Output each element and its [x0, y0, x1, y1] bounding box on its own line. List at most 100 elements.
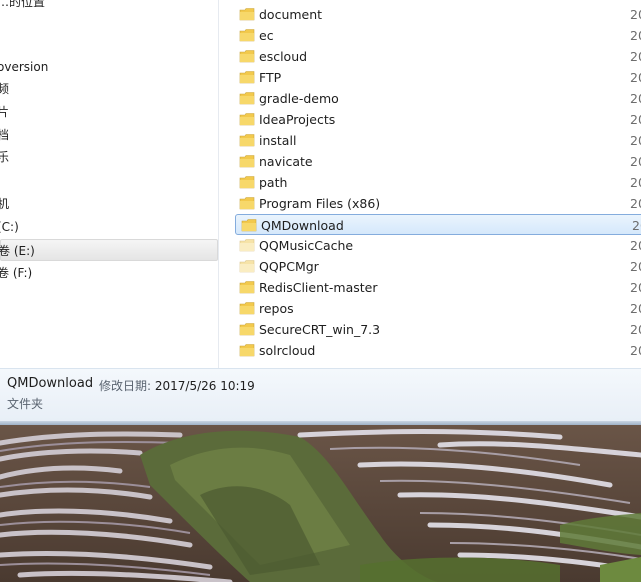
folder-icon: [239, 281, 255, 294]
file-date: 20: [630, 91, 641, 106]
file-name: QQPCMgr: [259, 259, 319, 274]
file-row[interactable]: Program Files (x86) 20: [234, 193, 641, 214]
explorer-window: …的位置 oversion 频 片 档 乐 机 (C:) 卷 (E:) 卷 (F…: [0, 0, 641, 425]
file-row[interactable]: ec 20: [234, 25, 641, 46]
terrace-landscape-image: [0, 425, 641, 582]
file-name: QQMusicCache: [259, 238, 354, 253]
file-row[interactable]: path 20: [234, 172, 641, 193]
nav-item-computer[interactable]: 机: [0, 193, 218, 215]
folder-icon: [239, 197, 255, 210]
file-date: 20: [630, 49, 641, 64]
desktop-wallpaper: [0, 425, 641, 582]
folder-icon: [239, 71, 255, 84]
nav-item-label: 卷 (E:): [0, 244, 35, 258]
file-name: gradle-demo: [259, 91, 339, 106]
file-date: 20: [630, 196, 641, 211]
nav-item-label: …的位置: [0, 0, 46, 9]
file-row-selected[interactable]: QMDownload 20: [235, 214, 641, 235]
file-date: 20: [630, 133, 641, 148]
file-name: Program Files (x86): [259, 196, 381, 211]
details-modified: 修改日期: 2017/5/26 10:19: [99, 377, 255, 394]
nav-item-label: 乐: [0, 146, 9, 168]
file-name: IdeaProjects: [259, 112, 336, 127]
folder-icon: [241, 219, 257, 232]
file-date: 20: [630, 238, 641, 253]
folder-icon: [239, 323, 255, 336]
file-date: 20: [630, 7, 641, 22]
nav-item-label: 频: [0, 78, 9, 100]
nav-item-label: 机: [0, 193, 9, 215]
nav-item-drive-e[interactable]: 卷 (E:): [0, 239, 218, 261]
file-name: QMDownload: [261, 218, 344, 233]
file-date: 20: [630, 70, 641, 85]
nav-item-label: 卷 (F:): [0, 266, 33, 280]
nav-item-label: 片: [0, 101, 9, 123]
nav-item-documents[interactable]: 档: [0, 124, 218, 146]
folder-icon: [239, 8, 255, 21]
file-row[interactable]: gradle-demo 20: [234, 88, 641, 109]
file-row[interactable]: repos 20: [234, 298, 641, 319]
file-date: 20: [632, 218, 641, 233]
nav-item-drive-c[interactable]: (C:): [0, 216, 218, 238]
folder-icon: [239, 239, 255, 252]
details-modified-label: 修改日期:: [99, 379, 152, 393]
folder-icon: [239, 29, 255, 42]
file-date: 20: [630, 322, 641, 337]
folder-icon: [239, 260, 255, 273]
file-date: 20: [630, 112, 641, 127]
nav-item-subversion[interactable]: oversion: [0, 56, 218, 78]
nav-item-label: oversion: [0, 60, 49, 74]
folder-icon: [239, 134, 255, 147]
file-row[interactable]: escloud 20: [234, 46, 641, 67]
file-name: solrcloud: [259, 343, 316, 358]
file-row[interactable]: document 20: [234, 4, 641, 25]
file-list[interactable]: document 20 ec 20 escloud 20 FTP 20 grad…: [220, 0, 641, 368]
file-row[interactable]: install 20: [234, 130, 641, 151]
folder-icon: [239, 155, 255, 168]
file-date: 20: [630, 154, 641, 169]
folder-icon: [239, 113, 255, 126]
details-item-name: QMDownload: [7, 376, 94, 391]
file-date: 20: [630, 28, 641, 43]
details-pane: QMDownload 修改日期: 2017/5/26 10:19 文件夹: [0, 368, 641, 421]
nav-item-label: (C:): [0, 220, 19, 234]
nav-item-label: 档: [0, 124, 9, 146]
nav-item-videos[interactable]: 频: [0, 78, 218, 100]
folder-icon: [239, 92, 255, 105]
file-name: navicate: [259, 154, 313, 169]
file-name: repos: [259, 301, 294, 316]
file-name: escloud: [259, 49, 308, 64]
file-name: FTP: [259, 70, 282, 85]
nav-item-drive-f[interactable]: 卷 (F:): [0, 262, 218, 284]
file-row[interactable]: QQPCMgr 20: [234, 256, 641, 277]
file-date: 20: [630, 259, 641, 274]
details-item-type: 文件夹: [7, 397, 44, 411]
file-date: 20: [630, 343, 641, 358]
file-name: ec: [259, 28, 274, 43]
file-name: SecureCRT_win_7.3: [259, 322, 381, 337]
file-row[interactable]: IdeaProjects 20: [234, 109, 641, 130]
nav-item-empty-2: [0, 170, 218, 192]
nav-item-recent-places[interactable]: …的位置: [0, 0, 218, 13]
navigation-pane[interactable]: …的位置 oversion 频 片 档 乐 机 (C:) 卷 (E:) 卷 (F…: [0, 0, 219, 368]
folder-icon: [239, 50, 255, 63]
file-row[interactable]: solrcloud 20: [234, 340, 641, 361]
folder-icon: [239, 176, 255, 189]
folder-icon: [239, 302, 255, 315]
file-row[interactable]: QQMusicCache 20: [234, 235, 641, 256]
details-modified-value: 2017/5/26 10:19: [154, 379, 255, 393]
file-date: 20: [630, 175, 641, 190]
file-date: 20: [630, 301, 641, 316]
file-name: install: [259, 133, 297, 148]
file-row[interactable]: RedisClient-master 20: [234, 277, 641, 298]
file-name: document: [259, 7, 323, 22]
file-row[interactable]: navicate 20: [234, 151, 641, 172]
file-name: path: [259, 175, 288, 190]
nav-item-empty: [0, 35, 218, 57]
file-row[interactable]: FTP 20: [234, 67, 641, 88]
file-date: 20: [630, 280, 641, 295]
nav-item-music[interactable]: 乐: [0, 146, 218, 168]
file-row[interactable]: SecureCRT_win_7.3 20: [234, 319, 641, 340]
folder-icon: [239, 344, 255, 357]
nav-item-pictures[interactable]: 片: [0, 101, 218, 123]
